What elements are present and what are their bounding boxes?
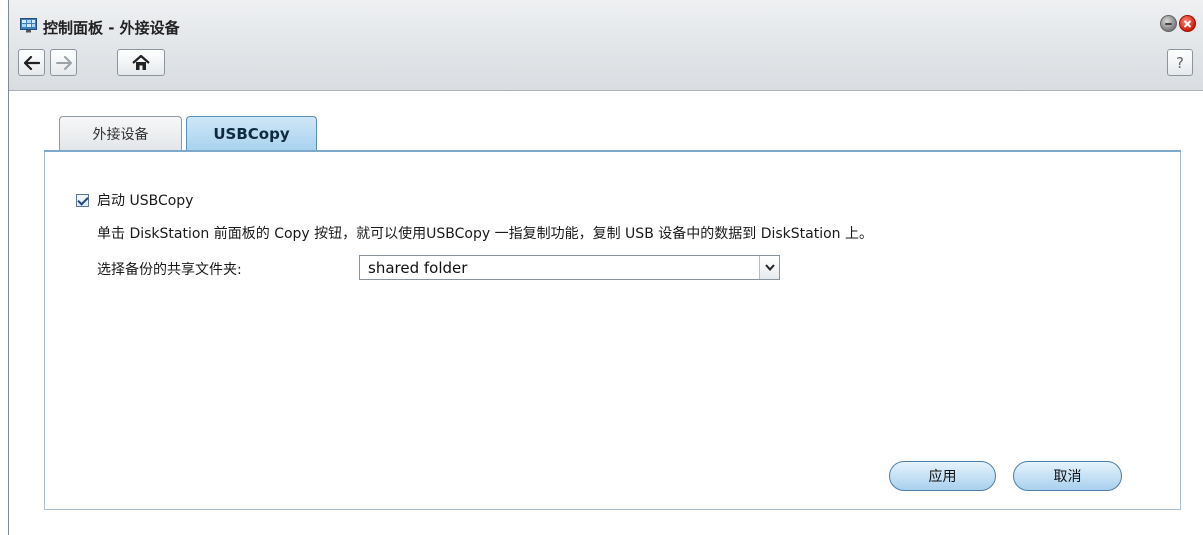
enable-usbcopy-checkbox[interactable] xyxy=(76,193,89,207)
chevron-down-icon xyxy=(764,264,775,271)
tab-usbcopy[interactable]: USBCopy xyxy=(186,116,317,151)
enable-usbcopy-row[interactable]: 启动 USBCopy xyxy=(76,190,193,210)
home-button[interactable] xyxy=(117,49,165,76)
usbcopy-description: 单击 DiskStation 前面板的 Copy 按钮，就可以使用USBCopy… xyxy=(97,226,873,242)
apply-button[interactable]: 应用 xyxy=(889,461,996,491)
tab-external-devices[interactable]: 外接设备 xyxy=(59,116,182,150)
back-button[interactable] xyxy=(18,49,45,76)
backup-folder-label: 选择备份的共享文件夹: xyxy=(97,262,242,278)
shared-folder-select[interactable]: shared folder xyxy=(359,255,780,280)
help-button[interactable]: ? xyxy=(1167,49,1193,76)
arrow-left-icon xyxy=(23,55,40,70)
shared-folder-value: shared folder xyxy=(368,259,468,277)
home-icon xyxy=(132,54,150,70)
cancel-button[interactable]: 取消 xyxy=(1013,461,1122,491)
usbcopy-panel xyxy=(44,152,1181,510)
arrow-right-icon xyxy=(55,55,72,70)
minimize-icon[interactable] xyxy=(1160,15,1177,32)
forward-button[interactable] xyxy=(50,49,77,76)
control-panel-icon xyxy=(20,18,37,33)
enable-usbcopy-label: 启动 USBCopy xyxy=(97,193,194,209)
dropdown-toggle[interactable] xyxy=(759,256,779,279)
close-icon[interactable] xyxy=(1179,15,1196,32)
window-title: 控制面板 - 外接设备 xyxy=(43,19,180,37)
title-bar: 控制面板 - 外接设备 ? xyxy=(9,0,1203,91)
